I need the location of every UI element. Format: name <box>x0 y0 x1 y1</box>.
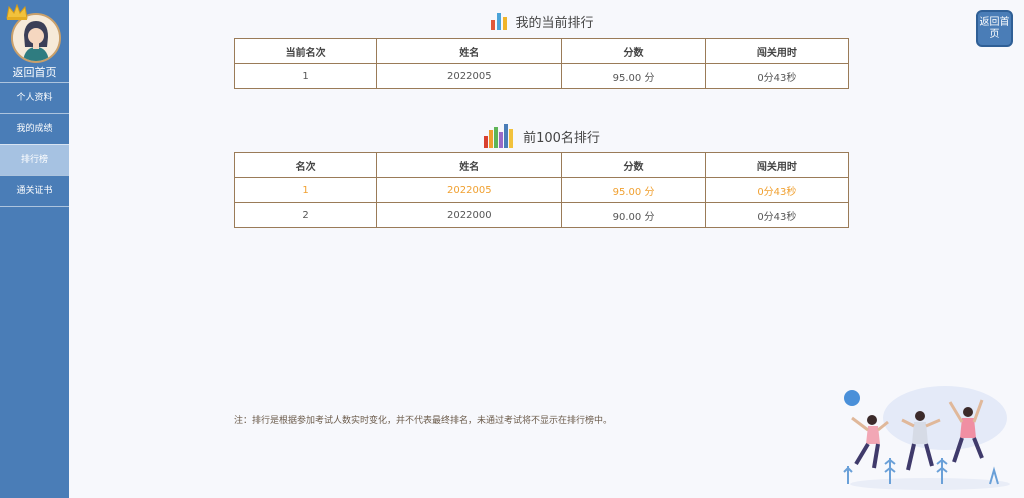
avatar <box>11 13 61 63</box>
top100-title-text: 前100名排行 <box>523 130 600 146</box>
avatar-image <box>13 15 59 61</box>
my-rank-title-text: 我的当前排行 <box>515 15 594 31</box>
cell-score: 95.00 分 <box>561 63 706 89</box>
sidebar-item-leaderboard[interactable]: 排行榜 <box>0 144 69 175</box>
cell-score: 90.00 分 <box>561 202 706 228</box>
cell-rank: 2 <box>233 202 378 228</box>
top100-title: 前100名排行 <box>234 122 849 150</box>
header-current-rank: 当前名次 <box>233 38 378 64</box>
header-time: 闯关用时 <box>704 152 850 178</box>
header-score: 分数 <box>561 152 706 178</box>
ranking-note: 注：排行是根据参加考试人数实时变化，并不代表最终排名，未通过考试将不显示在排行榜… <box>234 416 613 426</box>
sidebar: 返回首页 个人资料 我的成绩 排行榜 通关证书 <box>0 0 69 498</box>
header-rank: 名次 <box>233 152 378 178</box>
cell-time: 0分43秒 <box>704 63 850 89</box>
color-bars-icon <box>484 124 514 148</box>
sidebar-item-profile[interactable]: 个人资料 <box>0 82 69 113</box>
table-row: 1 2022005 95.00 分 0分43秒 <box>233 63 850 89</box>
cell-name: 2022005 <box>376 63 563 89</box>
table-header-row: 当前名次 姓名 分数 闯关用时 <box>233 38 850 64</box>
sidebar-home-link[interactable]: 返回首页 <box>0 64 69 80</box>
sidebar-item-certificate[interactable]: 通关证书 <box>0 175 69 207</box>
table-header-row: 名次 姓名 分数 闯关用时 <box>233 152 850 178</box>
cell-name: 2022005 <box>376 177 563 203</box>
sidebar-item-scores[interactable]: 我的成绩 <box>0 113 69 144</box>
header-name: 姓名 <box>376 38 563 64</box>
cell-time: 0分43秒 <box>704 202 850 228</box>
header-score: 分数 <box>561 38 706 64</box>
top100-table: 名次 姓名 分数 闯关用时 1 2022005 95.00 分 0分43秒 2 … <box>233 152 850 228</box>
table-row: 2 2022000 90.00 分 0分43秒 <box>233 202 850 228</box>
cell-score: 95.00 分 <box>561 177 706 203</box>
celebration-illustration <box>843 386 1010 490</box>
my-rank-title: 我的当前排行 <box>234 9 849 33</box>
cell-rank: 1 <box>233 177 378 203</box>
table-row: 1 2022005 95.00 分 0分43秒 <box>233 177 850 203</box>
cell-name: 2022000 <box>376 202 563 228</box>
header-name: 姓名 <box>376 152 563 178</box>
bar-chart-icon <box>491 13 508 30</box>
cell-rank: 1 <box>233 63 378 89</box>
header-time: 闯关用时 <box>704 38 850 64</box>
cell-time: 0分43秒 <box>704 177 850 203</box>
home-button[interactable]: 返回首页 <box>976 10 1013 47</box>
avatar-wrap <box>6 4 61 63</box>
my-rank-table: 当前名次 姓名 分数 闯关用时 1 2022005 95.00 分 0分43秒 <box>233 38 850 89</box>
crown-icon <box>6 4 28 20</box>
sidebar-menu: 个人资料 我的成绩 排行榜 通关证书 <box>0 82 69 207</box>
